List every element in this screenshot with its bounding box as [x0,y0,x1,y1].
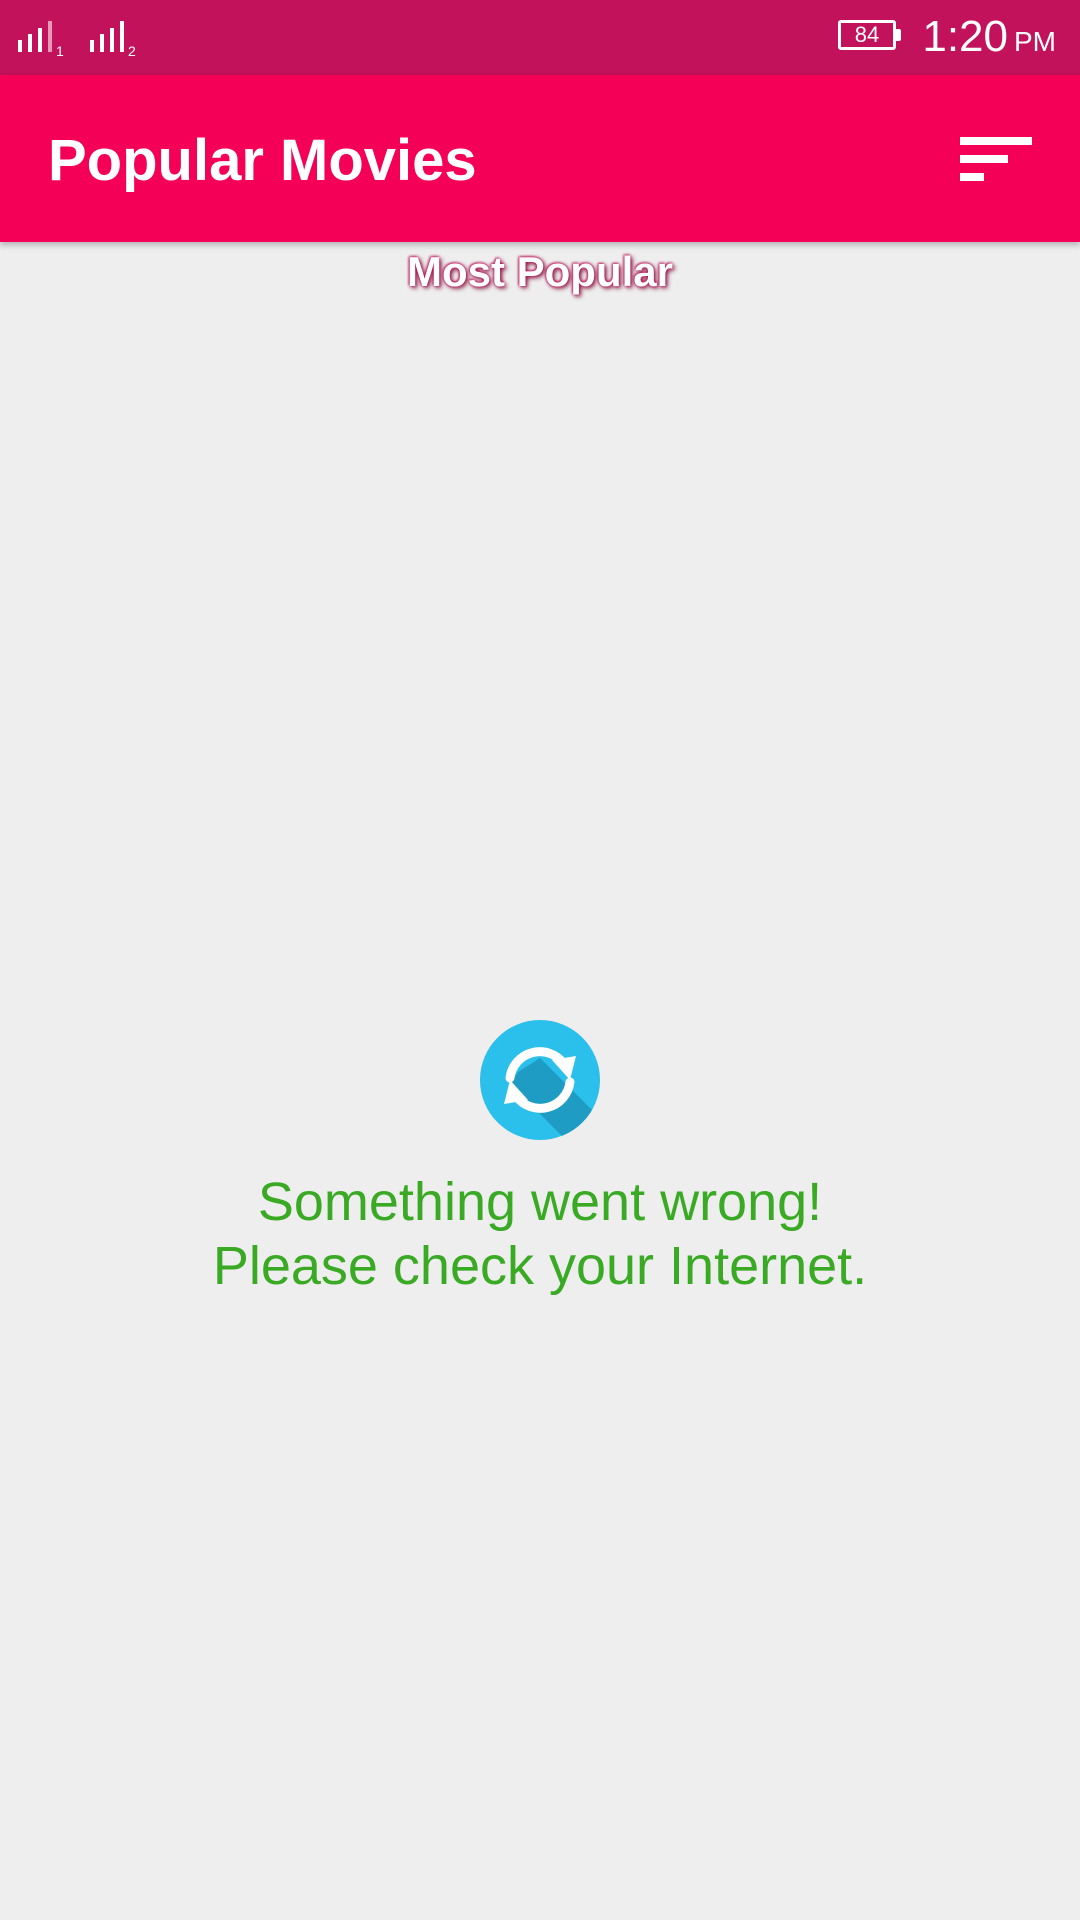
sort-subtitle: Most Popular [406,248,673,295]
clock: 1:20 PM [922,12,1056,62]
battery-tip [896,29,901,41]
svg-text:1: 1 [56,43,64,58]
clock-time: 1:20 [922,12,1008,61]
battery-level: 84 [854,22,880,47]
svg-text:2: 2 [128,43,136,58]
refresh-icon[interactable] [480,1020,600,1140]
status-bar: 1 2 84 1:20 PM [0,0,1080,75]
app-bar: Popular Movies [0,75,1080,242]
clock-ampm: PM [1014,26,1056,57]
signal-sim1-icon: 1 [18,21,64,58]
app-title: Popular Movies [48,128,477,193]
error-line-1: Something went wrong! [257,1172,823,1232]
error-line-2: Please check your Internet. [212,1236,868,1296]
battery-icon: 84 [838,20,896,50]
sort-icon[interactable] [948,119,1038,199]
signal-sim2-icon: 2 [90,21,136,58]
error-message: Something went wrong! Please check your … [0,1170,1080,1298]
